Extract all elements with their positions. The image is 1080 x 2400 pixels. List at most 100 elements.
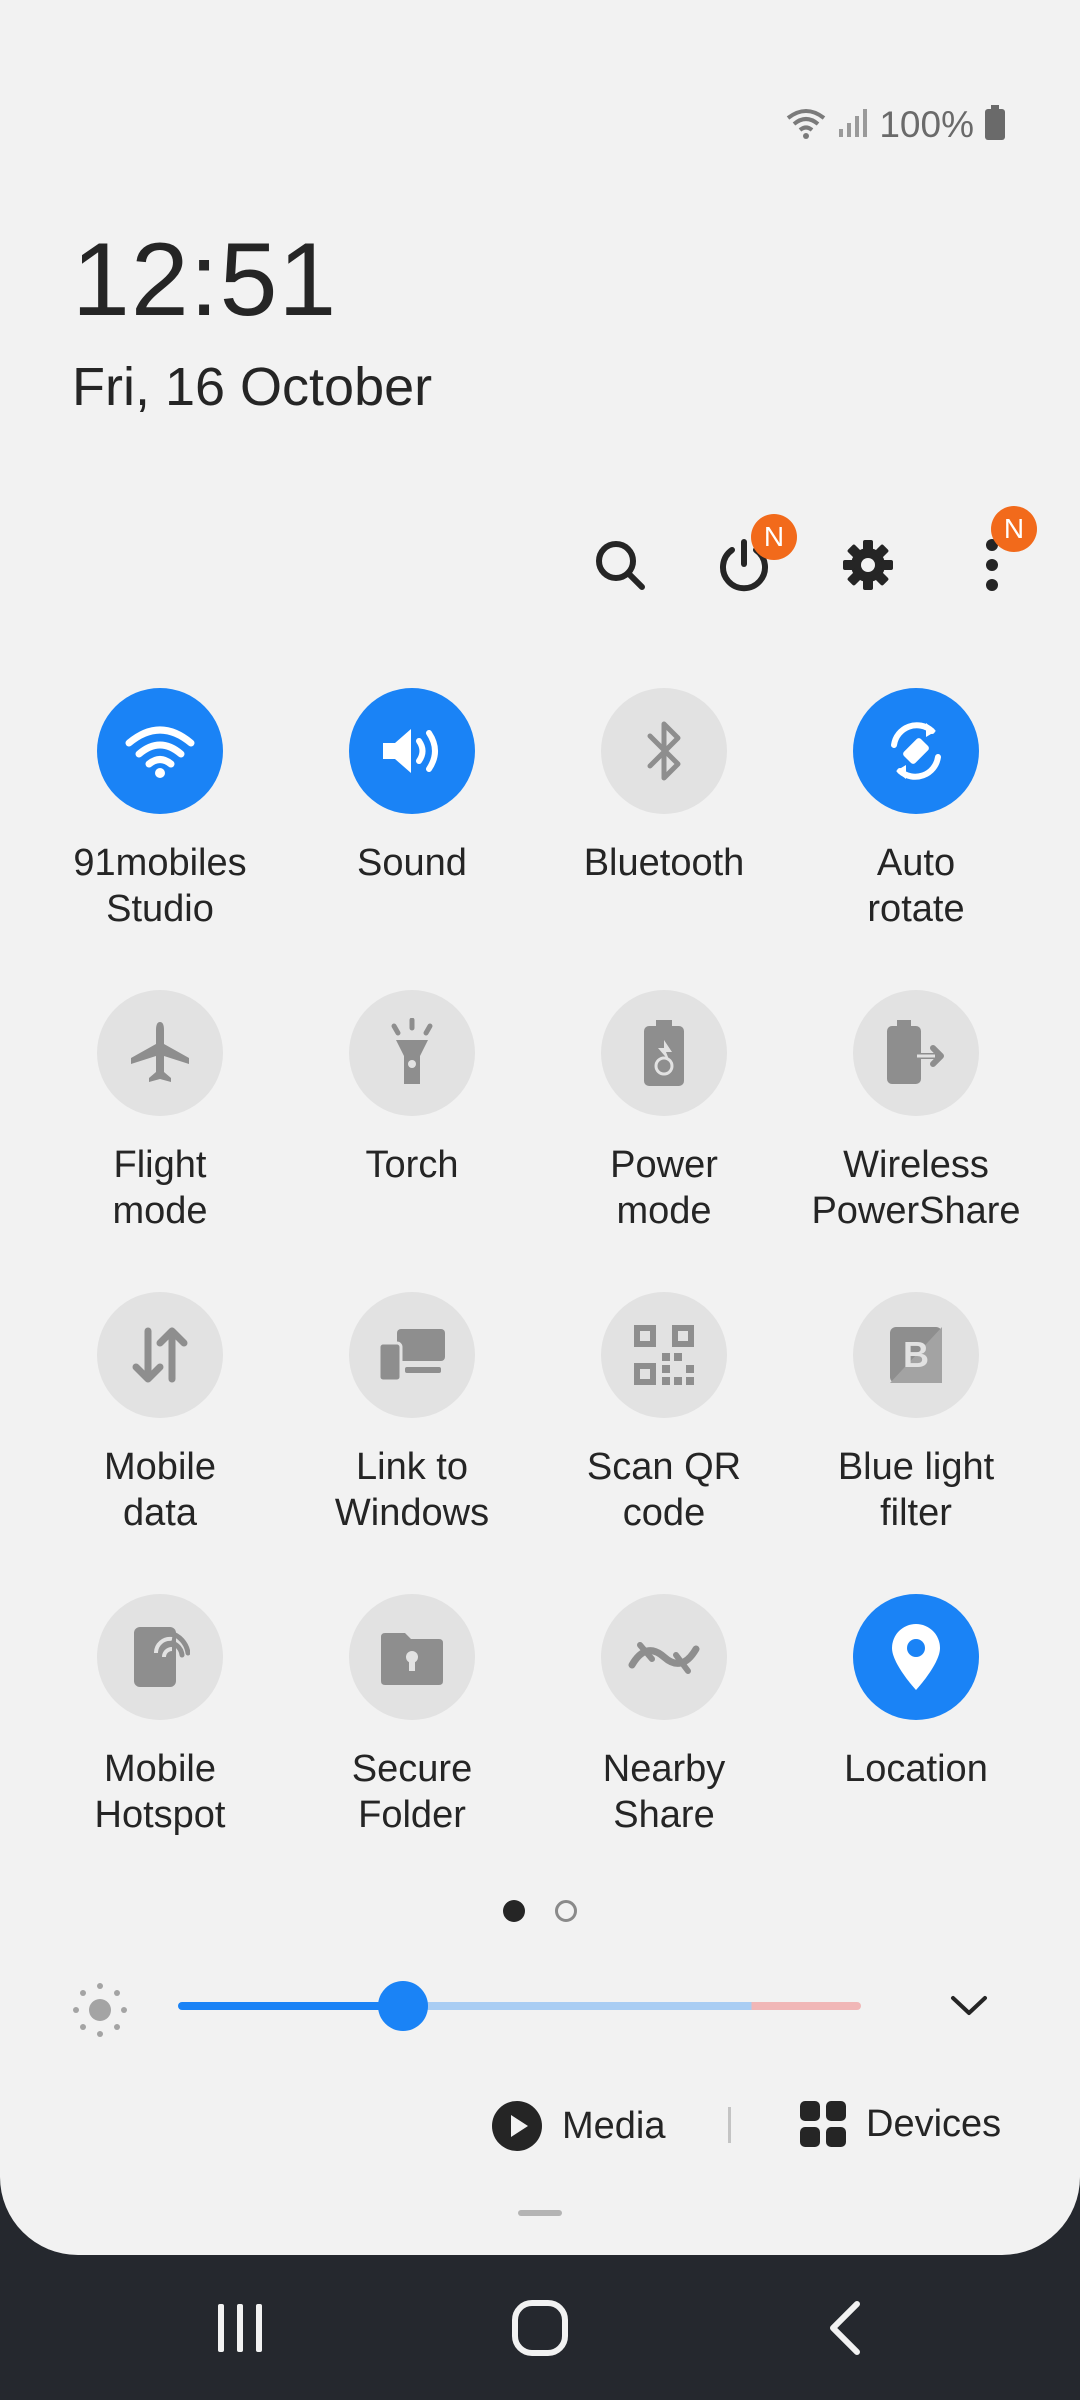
media-button[interactable]: Media [492, 2101, 666, 2151]
tile-torch[interactable]: Torch [286, 990, 538, 1188]
tile-label: Blue light filter [837, 1446, 995, 1534]
page-dot-2[interactable] [555, 1900, 577, 1922]
tile-secure-folder[interactable]: Secure Folder [286, 1594, 538, 1838]
media-devices-row: Media Devices [0, 2095, 1080, 2165]
battery-icon [984, 104, 1006, 146]
mobile-data-icon [126, 1321, 194, 1389]
tile-label: Scan QR code [586, 1446, 742, 1534]
recents-button[interactable] [160, 2255, 320, 2400]
brightness-control [0, 1975, 1080, 2037]
auto-rotate-icon [882, 717, 950, 785]
divider [728, 2107, 731, 2143]
tile-airplane[interactable]: Flight mode [34, 990, 286, 1234]
media-label: Media [562, 2104, 666, 2147]
secure-folder-icon [377, 1627, 447, 1687]
tile-label: Secure Folder [351, 1748, 473, 1836]
tile-label: Torch [365, 1144, 459, 1186]
wireless-powershare-icon [883, 1018, 949, 1088]
tile-label: Location [844, 1748, 988, 1790]
tile-label: Link to Windows [334, 1446, 490, 1534]
tile-sound-toggle[interactable] [349, 688, 475, 814]
play-circle-icon [492, 2101, 542, 2151]
tile-power-mode[interactable]: Power mode [538, 990, 790, 1234]
tile-torch-toggle[interactable] [349, 990, 475, 1116]
tile-wifi-toggle[interactable] [97, 688, 223, 814]
back-button[interactable] [765, 2255, 925, 2400]
devices-label: Devices [866, 2102, 1002, 2145]
tile-airplane-toggle[interactable] [97, 990, 223, 1116]
tile-hotspot-toggle[interactable] [97, 1594, 223, 1720]
chevron-down-icon[interactable] [950, 1993, 988, 2019]
svg-text:B: B [903, 1334, 929, 1375]
tile-location-toggle[interactable] [853, 1594, 979, 1720]
tile-label: Power mode [610, 1144, 718, 1232]
tile-label: Nearby Share [602, 1748, 726, 1836]
tile-power-mode-toggle[interactable] [601, 990, 727, 1116]
quick-settings-panel: 100% 12:51 Fri, 16 October N N 91mobiles… [0, 0, 1080, 2255]
search-icon [596, 541, 645, 590]
tile-label: Mobile data [104, 1446, 216, 1534]
clock-date[interactable]: Fri, 16 October [72, 360, 432, 414]
tile-link-to-windows[interactable]: Link to Windows [286, 1292, 538, 1536]
nearby-share-icon [628, 1635, 700, 1679]
tile-label: 91mobiles Studio [73, 842, 247, 930]
tile-qr-code[interactable]: Scan QR code [538, 1292, 790, 1536]
power-button[interactable]: N [699, 514, 797, 610]
tile-hotspot[interactable]: Mobile Hotspot [34, 1594, 286, 1838]
search-button[interactable] [575, 520, 665, 610]
more-options-button[interactable]: N [947, 506, 1037, 610]
tile-blue-light-filter[interactable]: B Blue light filter [790, 1292, 1042, 1536]
brightness-slider-track[interactable] [178, 2002, 861, 2010]
tile-label: Flight mode [112, 1144, 208, 1232]
settings-button[interactable] [823, 520, 913, 610]
tile-link-to-windows-toggle[interactable] [349, 1292, 475, 1418]
tile-secure-folder-toggle[interactable] [349, 1594, 475, 1720]
tile-wireless-powershare-toggle[interactable] [853, 990, 979, 1116]
notification-badge: N [991, 506, 1037, 552]
bluetooth-icon [644, 718, 684, 784]
tile-bluetooth[interactable]: Bluetooth [538, 688, 790, 886]
tile-wifi[interactable]: 91mobiles Studio [34, 688, 286, 932]
tile-mobile-data[interactable]: Mobile data [34, 1292, 286, 1536]
tile-qr-code-toggle[interactable] [601, 1292, 727, 1418]
tile-auto-rotate-toggle[interactable] [853, 688, 979, 814]
tile-label: Mobile Hotspot [94, 1748, 226, 1836]
tile-wireless-powershare[interactable]: Wireless PowerShare [790, 990, 1042, 1234]
home-button[interactable] [460, 2255, 620, 2400]
devices-grid-icon [800, 2101, 846, 2147]
link-to-windows-icon [375, 1325, 449, 1385]
torch-icon [384, 1018, 440, 1088]
qr-code-icon [632, 1323, 696, 1387]
tile-nearby-share[interactable]: Nearby Share [538, 1594, 790, 1838]
navigation-bar [0, 2255, 1080, 2400]
cellular-signal-icon [837, 107, 869, 144]
tile-location[interactable]: Location [790, 1594, 1042, 1792]
location-icon [889, 1622, 943, 1692]
status-bar: 100% [785, 100, 1006, 150]
home-icon [512, 2299, 568, 2356]
brightness-sun-icon [73, 1983, 127, 2037]
battery-percent: 100% [879, 104, 974, 145]
header-actions: N N [0, 506, 1080, 610]
wifi-icon [785, 106, 827, 145]
notification-badge: N [751, 514, 797, 560]
tile-mobile-data-toggle[interactable] [97, 1292, 223, 1418]
tile-blue-light-filter-toggle[interactable]: B [853, 1292, 979, 1418]
tile-label: Sound [357, 842, 467, 884]
tile-label: Bluetooth [583, 842, 745, 884]
back-icon [830, 2300, 860, 2355]
wifi-icon [125, 723, 195, 779]
panel-drag-handle[interactable] [518, 2210, 562, 2216]
tile-auto-rotate[interactable]: Auto rotate [790, 688, 1042, 932]
devices-button[interactable]: Devices [800, 2101, 1001, 2147]
tile-sound[interactable]: Sound [286, 688, 538, 886]
tile-bluetooth-toggle[interactable] [601, 688, 727, 814]
clock-time[interactable]: 12:51 [72, 228, 337, 332]
tile-label: Auto rotate [867, 842, 965, 930]
tile-nearby-share-toggle[interactable] [601, 1594, 727, 1720]
settings-gear-icon [843, 540, 893, 590]
brightness-slider-thumb[interactable] [378, 1981, 429, 2031]
page-dot-1[interactable] [503, 1900, 525, 1922]
power-mode-icon [640, 1018, 688, 1088]
page-indicator [0, 1900, 1080, 1922]
